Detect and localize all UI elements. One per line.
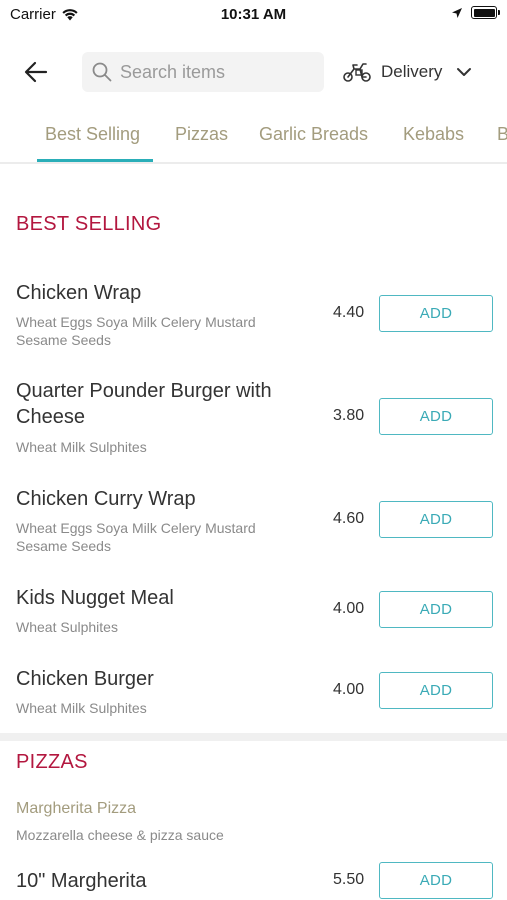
item-allergens: Wheat Milk Sulphites <box>16 439 147 455</box>
section-title-best-selling: BEST SELLING <box>16 213 162 235</box>
search-icon <box>92 62 112 82</box>
section-title-pizzas: PIZZAS <box>16 751 88 773</box>
item-name: Chicken Wrap <box>16 282 142 304</box>
tab-best-selling[interactable]: Best Selling <box>45 124 140 145</box>
item-name: 10" Margherita <box>16 870 147 892</box>
item-allergens: Wheat Milk Sulphites <box>16 700 147 716</box>
status-indicators <box>451 6 500 19</box>
item-group-title: Margherita Pizza <box>16 800 137 817</box>
item-price: 4.00 <box>333 681 365 698</box>
section-divider <box>0 733 507 741</box>
tab-garlic-breads[interactable]: Garlic Breads <box>259 124 368 145</box>
item-allergens: Wheat Eggs Soya Milk Celery Mustard Sesa… <box>16 520 256 554</box>
scooter-icon <box>343 63 371 82</box>
tab-pizzas[interactable]: Pizzas <box>175 124 228 145</box>
back-arrow-icon <box>24 61 48 83</box>
chevron-down-icon <box>457 68 472 76</box>
item-name: Kids Nugget Meal <box>16 587 174 609</box>
search-input[interactable] <box>120 61 310 83</box>
item-price: 4.60 <box>333 510 365 527</box>
status-bar: Carrier 10:31 AM <box>0 0 507 30</box>
add-button[interactable]: ADD <box>379 591 493 628</box>
item-price: 3.80 <box>333 407 365 424</box>
back-button[interactable] <box>20 58 52 86</box>
category-tabs: Best Selling Pizzas Garlic Breads Kebabs… <box>0 110 507 164</box>
active-tab-indicator <box>37 159 153 162</box>
item-allergens: Wheat Sulphites <box>16 619 118 635</box>
item-allergens: Wheat Eggs Soya Milk Celery Mustard Sesa… <box>16 314 256 348</box>
location-arrow-icon <box>452 7 462 18</box>
add-button[interactable]: ADD <box>379 295 493 332</box>
clock: 10:31 AM <box>220 6 287 23</box>
add-button[interactable]: ADD <box>379 672 493 709</box>
add-button[interactable]: ADD <box>379 862 493 899</box>
search-box[interactable] <box>82 52 324 92</box>
header: Delivery <box>0 50 507 94</box>
tab-next-category[interactable]: B <box>497 124 507 145</box>
item-name: Chicken Curry Wrap <box>16 488 196 510</box>
item-price: 4.00 <box>333 600 365 617</box>
item-price: 4.40 <box>333 304 365 321</box>
delivery-selector[interactable]: Delivery <box>342 52 472 92</box>
item-name: Chicken Burger <box>16 668 154 690</box>
add-button[interactable]: ADD <box>379 398 493 435</box>
battery-icon <box>471 6 500 19</box>
item-price: 5.50 <box>333 871 365 888</box>
delivery-label: Delivery <box>381 62 443 81</box>
item-group-description: Mozzarella cheese & pizza sauce <box>16 827 224 843</box>
add-button[interactable]: ADD <box>379 501 493 538</box>
item-name: Quarter Pounder Burger with Cheese <box>16 380 272 428</box>
tab-kebabs[interactable]: Kebabs <box>403 124 464 145</box>
